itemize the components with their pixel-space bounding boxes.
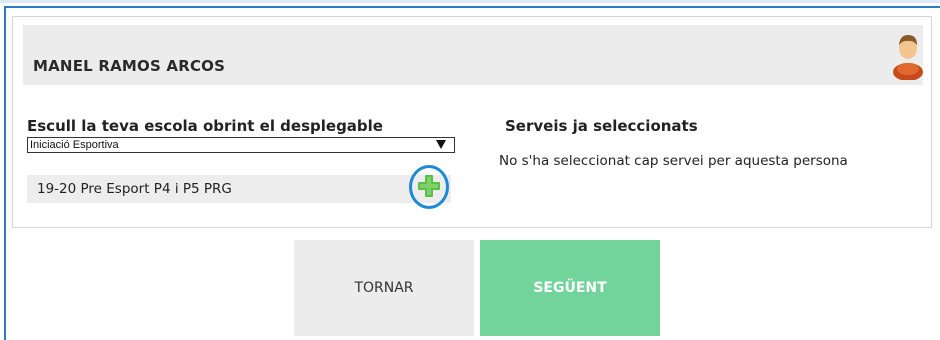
person-card: MANEL RAMOS ARCOS Escull la teva escola … [12, 16, 932, 228]
available-service-label: 19-20 Pre Esport P4 i P5 PRG [37, 181, 232, 197]
school-dropdown-value: Iniciació Esportiva [30, 139, 119, 151]
frame-border-left [4, 6, 6, 340]
available-service-row: 19-20 Pre Esport P4 i P5 PRG [27, 175, 451, 203]
next-button[interactable]: SEGÜENT [480, 240, 660, 336]
person-header: MANEL RAMOS ARCOS [23, 25, 923, 85]
frame-border-top [4, 6, 940, 8]
dropdown-arrow-icon [436, 140, 446, 149]
add-service-button[interactable] [409, 165, 457, 213]
back-button[interactable]: TORNAR [294, 240, 474, 336]
school-dropdown[interactable]: Iniciació Esportiva [27, 137, 455, 153]
school-selector-title: Escull la teva escola obrint el desplega… [27, 117, 383, 135]
user-avatar-icon [893, 35, 923, 80]
selected-services-empty-message: No s'ha seleccionat cap servei per aques… [499, 153, 848, 169]
window-top-strip [0, 0, 940, 3]
person-name: MANEL RAMOS ARCOS [33, 57, 226, 75]
selected-services-title: Serveis ja seleccionats [505, 117, 698, 135]
